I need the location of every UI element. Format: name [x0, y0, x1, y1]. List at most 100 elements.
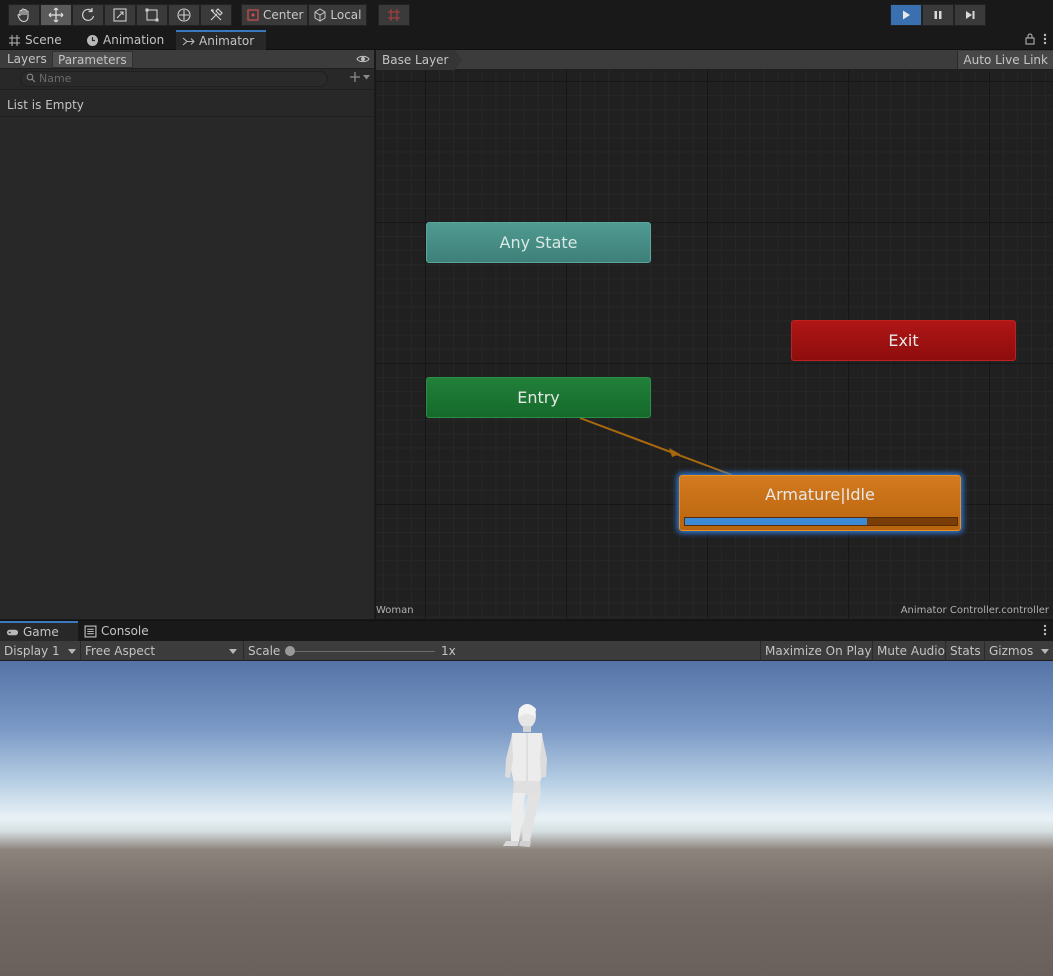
pivot-mode-button[interactable]: Center — [241, 4, 309, 26]
scale-slider-track[interactable] — [290, 651, 435, 652]
pivot-space-label: Local — [330, 8, 362, 22]
tab-game-label: Game — [23, 625, 59, 639]
tab-animator-label: Animator — [199, 34, 255, 48]
transform-tools — [8, 4, 232, 26]
chevron-down-icon — [68, 649, 76, 654]
play-button[interactable] — [890, 4, 922, 26]
play-icon — [903, 10, 910, 20]
eye-icon[interactable] — [356, 53, 370, 65]
state-entry[interactable]: Entry — [426, 377, 651, 418]
hand-tool-button[interactable] — [8, 4, 40, 26]
game-toolbar: Display 1 Free Aspect Scale 1x Maximize … — [0, 641, 1053, 661]
display-dropdown[interactable]: Display 1 — [0, 641, 78, 661]
selected-object-name: Woman — [376, 605, 414, 616]
gizmos-label: Gizmos — [989, 644, 1034, 658]
side-panel-tabs: Layers Parameters — [0, 50, 374, 69]
graph-header: Base Layer Auto Live Link — [376, 50, 1053, 70]
game-more-menu-icon[interactable] — [1043, 624, 1047, 636]
breadcrumb-base-layer[interactable]: Base Layer — [376, 50, 463, 70]
lock-icon[interactable] — [1025, 33, 1035, 45]
search-placeholder: Name — [39, 72, 72, 85]
parameter-list-empty: List is Empty — [0, 90, 374, 117]
add-parameter-button[interactable] — [349, 71, 370, 83]
state-armature-idle[interactable]: Armature|Idle — [679, 475, 961, 531]
animator-side-panel: Layers Parameters Name List is Empty — [0, 50, 375, 619]
display-value: Display 1 — [4, 644, 60, 658]
parameter-search-input[interactable]: Name — [20, 71, 328, 87]
transform-icon — [177, 8, 191, 22]
console-icon — [84, 624, 97, 638]
parameter-search-row: Name — [0, 69, 374, 90]
rect-tool-button[interactable] — [136, 4, 168, 26]
plus-icon — [350, 72, 360, 82]
custom-tools-button[interactable] — [200, 4, 232, 26]
tab-animator[interactable]: Animator — [176, 30, 266, 50]
rotate-icon — [82, 8, 95, 21]
more-menu-icon[interactable] — [1043, 33, 1047, 45]
pause-button[interactable] — [922, 4, 954, 26]
state-any-state-label: Any State — [499, 233, 578, 252]
pause-icon — [934, 11, 942, 19]
scene-grid-icon — [9, 34, 20, 46]
rotate-tool-button[interactable] — [72, 4, 104, 26]
gamepad-icon — [6, 629, 19, 635]
transform-tool-button[interactable] — [168, 4, 200, 26]
animation-clock-icon — [87, 34, 98, 46]
aspect-dropdown[interactable]: Free Aspect — [80, 641, 240, 661]
game-window-controls — [1043, 624, 1047, 636]
pivot-mode-label: Center — [263, 8, 304, 22]
scale-icon — [113, 8, 127, 22]
window-tab-bar: Scene Animation Animator — [0, 30, 1053, 50]
game-tab-bar: Game Console — [0, 620, 1053, 641]
state-entry-label: Entry — [517, 388, 560, 407]
gizmos-dropdown[interactable]: Gizmos — [984, 641, 1053, 661]
graph-footer: Woman Animator Controller.controller — [376, 602, 1053, 619]
chevron-down-icon — [229, 649, 237, 654]
controller-file-name: Animator Controller.controller — [900, 605, 1049, 616]
tab-game[interactable]: Game — [0, 621, 78, 641]
grid-snap-button[interactable] — [378, 4, 410, 26]
state-idle-label: Armature|Idle — [765, 485, 875, 504]
animator-icon — [182, 37, 195, 45]
move-icon — [48, 7, 64, 23]
stats-toggle[interactable]: Stats — [945, 641, 985, 661]
snap-group — [378, 4, 410, 26]
chevron-down-icon — [1041, 649, 1049, 654]
scale-label: Scale — [243, 641, 284, 661]
maximize-on-play-toggle[interactable]: Maximize On Play — [760, 641, 876, 661]
auto-live-link-button[interactable]: Auto Live Link — [957, 51, 1053, 69]
search-icon — [26, 73, 36, 83]
pivot-space-button[interactable]: Local — [308, 4, 367, 26]
window-controls — [1025, 33, 1047, 45]
tab-scene[interactable]: Scene — [2, 30, 68, 50]
step-button[interactable] — [954, 4, 986, 26]
playback-controls — [890, 4, 986, 26]
custom-tools-icon — [210, 8, 223, 21]
tab-animation[interactable]: Animation — [80, 30, 170, 50]
aspect-value: Free Aspect — [85, 644, 156, 658]
animator-graph[interactable]: Base Layer Auto Live Link Any State Entr… — [376, 50, 1053, 619]
step-icon — [966, 11, 975, 19]
chevron-down-icon — [363, 74, 370, 79]
game-viewport[interactable] — [0, 661, 1053, 976]
tab-scene-label: Scene — [25, 33, 62, 47]
tab-parameters[interactable]: Parameters — [52, 51, 133, 68]
character-figure — [503, 704, 547, 847]
state-progress-fill — [685, 518, 868, 525]
tab-console[interactable]: Console — [78, 621, 155, 641]
move-tool-button[interactable] — [40, 4, 72, 26]
rect-icon — [145, 8, 159, 22]
main-toolbar: Center Local — [0, 0, 1053, 30]
mute-audio-toggle[interactable]: Mute Audio — [872, 641, 949, 661]
scale-value: 1x — [441, 644, 456, 658]
scale-slider-thumb[interactable] — [285, 646, 295, 656]
state-any-state[interactable]: Any State — [426, 222, 651, 263]
pivot-toggles: Center Local — [241, 4, 367, 26]
tab-layers[interactable]: Layers — [2, 51, 52, 68]
state-exit-label: Exit — [888, 331, 919, 350]
tab-animation-label: Animation — [103, 33, 165, 47]
local-space-icon — [314, 8, 326, 22]
state-exit[interactable]: Exit — [791, 320, 1016, 361]
grid-snap-icon — [388, 9, 400, 21]
scale-tool-button[interactable] — [104, 4, 136, 26]
